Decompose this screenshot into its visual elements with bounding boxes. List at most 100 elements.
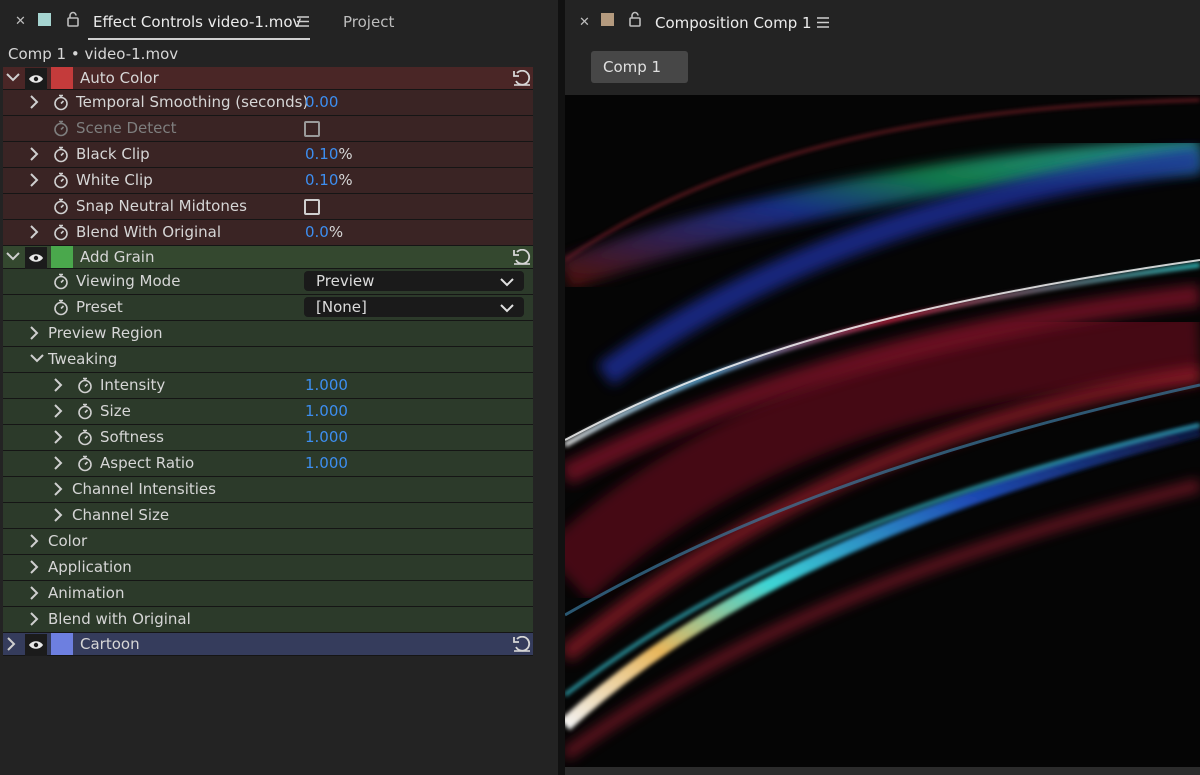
group-channel-intensities[interactable]: Channel Intensities bbox=[3, 477, 533, 503]
eye-icon[interactable] bbox=[25, 247, 47, 269]
group-channel-size[interactable]: Channel Size bbox=[3, 503, 533, 529]
group-blend-with-original[interactable]: Blend with Original bbox=[3, 607, 533, 633]
chevron-right-icon[interactable] bbox=[30, 142, 39, 166]
chevron-right-icon[interactable] bbox=[54, 425, 63, 449]
panel-color-swatch bbox=[38, 13, 51, 26]
tab-project[interactable]: Project bbox=[343, 13, 394, 31]
effect-controls-panel: ✕ Effect Controls video-1.mov Project Co… bbox=[0, 0, 558, 775]
param-value-group: 0.10% bbox=[305, 142, 353, 166]
param-scene-detect: Scene Detect bbox=[3, 116, 533, 142]
stopwatch-icon[interactable] bbox=[77, 425, 93, 449]
group-label: Blend with Original bbox=[48, 610, 191, 628]
param-value[interactable]: 0.0 bbox=[305, 223, 329, 241]
stopwatch-icon[interactable] bbox=[77, 399, 93, 423]
param-value[interactable]: 0.00 bbox=[305, 90, 338, 114]
chevron-right-icon[interactable] bbox=[54, 503, 63, 527]
chevron-right-icon[interactable] bbox=[30, 529, 39, 553]
chevron-right-icon[interactable] bbox=[30, 607, 39, 631]
group-label: Application bbox=[48, 558, 132, 576]
tab-effect-controls[interactable]: Effect Controls video-1.mov bbox=[93, 13, 301, 31]
param-value[interactable]: 0.10 bbox=[305, 171, 338, 189]
panel-tab-bar: ✕ Effect Controls video-1.mov Project bbox=[0, 0, 558, 44]
group-label: Color bbox=[48, 532, 88, 550]
param-size: Size 1.000 bbox=[3, 399, 533, 425]
composition-panel: ✕ Composition Comp 1 Comp 1 bbox=[565, 0, 1200, 775]
close-icon[interactable]: ✕ bbox=[579, 15, 590, 30]
panel-color-swatch bbox=[601, 13, 614, 26]
param-label: Scene Detect bbox=[76, 119, 177, 137]
stopwatch-icon[interactable] bbox=[53, 142, 69, 166]
footage-frame bbox=[565, 95, 1200, 767]
param-viewing-mode: Viewing Mode Preview bbox=[3, 269, 533, 295]
param-unit: % bbox=[328, 223, 344, 241]
param-black-clip: Black Clip 0.10% bbox=[3, 142, 533, 168]
param-white-clip: White Clip 0.10% bbox=[3, 168, 533, 194]
chevron-down-icon[interactable] bbox=[30, 347, 44, 371]
stopwatch-icon[interactable] bbox=[53, 269, 69, 293]
composition-viewer[interactable] bbox=[565, 95, 1200, 767]
param-preset: Preset [None] bbox=[3, 295, 533, 321]
chevron-right-icon[interactable] bbox=[30, 90, 39, 114]
reset-icon[interactable] bbox=[513, 633, 531, 655]
viewing-mode-dropdown[interactable]: Preview bbox=[304, 271, 524, 291]
stopwatch-icon[interactable] bbox=[53, 168, 69, 192]
snap-neutral-checkbox[interactable] bbox=[304, 199, 320, 215]
stopwatch-icon[interactable] bbox=[53, 220, 69, 244]
chevron-right-icon[interactable] bbox=[30, 220, 39, 244]
param-unit: % bbox=[338, 171, 353, 189]
panel-menu-icon[interactable] bbox=[297, 16, 309, 27]
param-value[interactable]: 0.10 bbox=[305, 145, 338, 163]
effect-header-add-grain[interactable]: Add Grain bbox=[3, 246, 533, 269]
preset-dropdown[interactable]: [None] bbox=[304, 297, 524, 317]
param-label: Black Clip bbox=[76, 145, 150, 163]
lock-icon[interactable] bbox=[66, 11, 80, 27]
panel-splitter[interactable] bbox=[558, 0, 565, 775]
param-value[interactable]: 1.000 bbox=[305, 425, 348, 449]
chevron-right-icon[interactable] bbox=[7, 633, 16, 655]
group-application[interactable]: Application bbox=[3, 555, 533, 581]
reset-icon[interactable] bbox=[513, 246, 531, 268]
panel-menu-icon[interactable] bbox=[817, 17, 829, 28]
stopwatch-icon[interactable] bbox=[53, 295, 69, 319]
chevron-right-icon[interactable] bbox=[54, 477, 63, 501]
stopwatch-icon[interactable] bbox=[53, 194, 69, 218]
param-value[interactable]: 1.000 bbox=[305, 451, 348, 475]
dropdown-value: Preview bbox=[316, 272, 375, 290]
group-tweaking[interactable]: Tweaking bbox=[3, 347, 533, 373]
stopwatch-icon[interactable] bbox=[77, 373, 93, 397]
chevron-right-icon[interactable] bbox=[54, 399, 63, 423]
chevron-down-icon[interactable] bbox=[6, 67, 20, 89]
scene-detect-checkbox[interactable] bbox=[304, 121, 320, 137]
reset-icon[interactable] bbox=[513, 67, 531, 89]
effect-header-cartoon[interactable]: Cartoon bbox=[3, 633, 533, 656]
chevron-right-icon[interactable] bbox=[54, 373, 63, 397]
chevron-right-icon[interactable] bbox=[54, 451, 63, 475]
eye-icon[interactable] bbox=[25, 634, 47, 656]
group-animation[interactable]: Animation bbox=[3, 581, 533, 607]
chevron-down-icon[interactable] bbox=[6, 246, 20, 268]
active-tab-indicator bbox=[88, 38, 310, 40]
group-preview-region[interactable]: Preview Region bbox=[3, 321, 533, 347]
chevron-right-icon[interactable] bbox=[30, 321, 39, 345]
chevron-right-icon[interactable] bbox=[30, 168, 39, 192]
stopwatch-icon[interactable] bbox=[53, 90, 69, 114]
chevron-right-icon[interactable] bbox=[30, 581, 39, 605]
chevron-down-icon bbox=[500, 300, 514, 318]
param-value-group: 0.0% bbox=[305, 220, 343, 244]
group-color[interactable]: Color bbox=[3, 529, 533, 555]
param-value[interactable]: 1.000 bbox=[305, 399, 348, 423]
param-label: Aspect Ratio bbox=[100, 454, 195, 472]
dropdown-value: [None] bbox=[316, 298, 367, 316]
group-label: Channel Size bbox=[72, 506, 170, 524]
group-label: Preview Region bbox=[48, 324, 163, 342]
param-value[interactable]: 1.000 bbox=[305, 373, 348, 397]
effect-header-auto-color[interactable]: Auto Color bbox=[3, 67, 533, 90]
eye-icon[interactable] bbox=[25, 68, 47, 90]
lock-icon[interactable] bbox=[628, 11, 642, 27]
comp-viewer-tab[interactable]: Comp 1 bbox=[591, 51, 688, 83]
tab-composition[interactable]: Composition Comp 1 bbox=[655, 14, 812, 32]
param-temporal-smoothing: Temporal Smoothing (seconds) 0.00 bbox=[3, 90, 533, 116]
chevron-right-icon[interactable] bbox=[30, 555, 39, 579]
stopwatch-icon[interactable] bbox=[77, 451, 93, 475]
close-icon[interactable]: ✕ bbox=[15, 14, 26, 29]
